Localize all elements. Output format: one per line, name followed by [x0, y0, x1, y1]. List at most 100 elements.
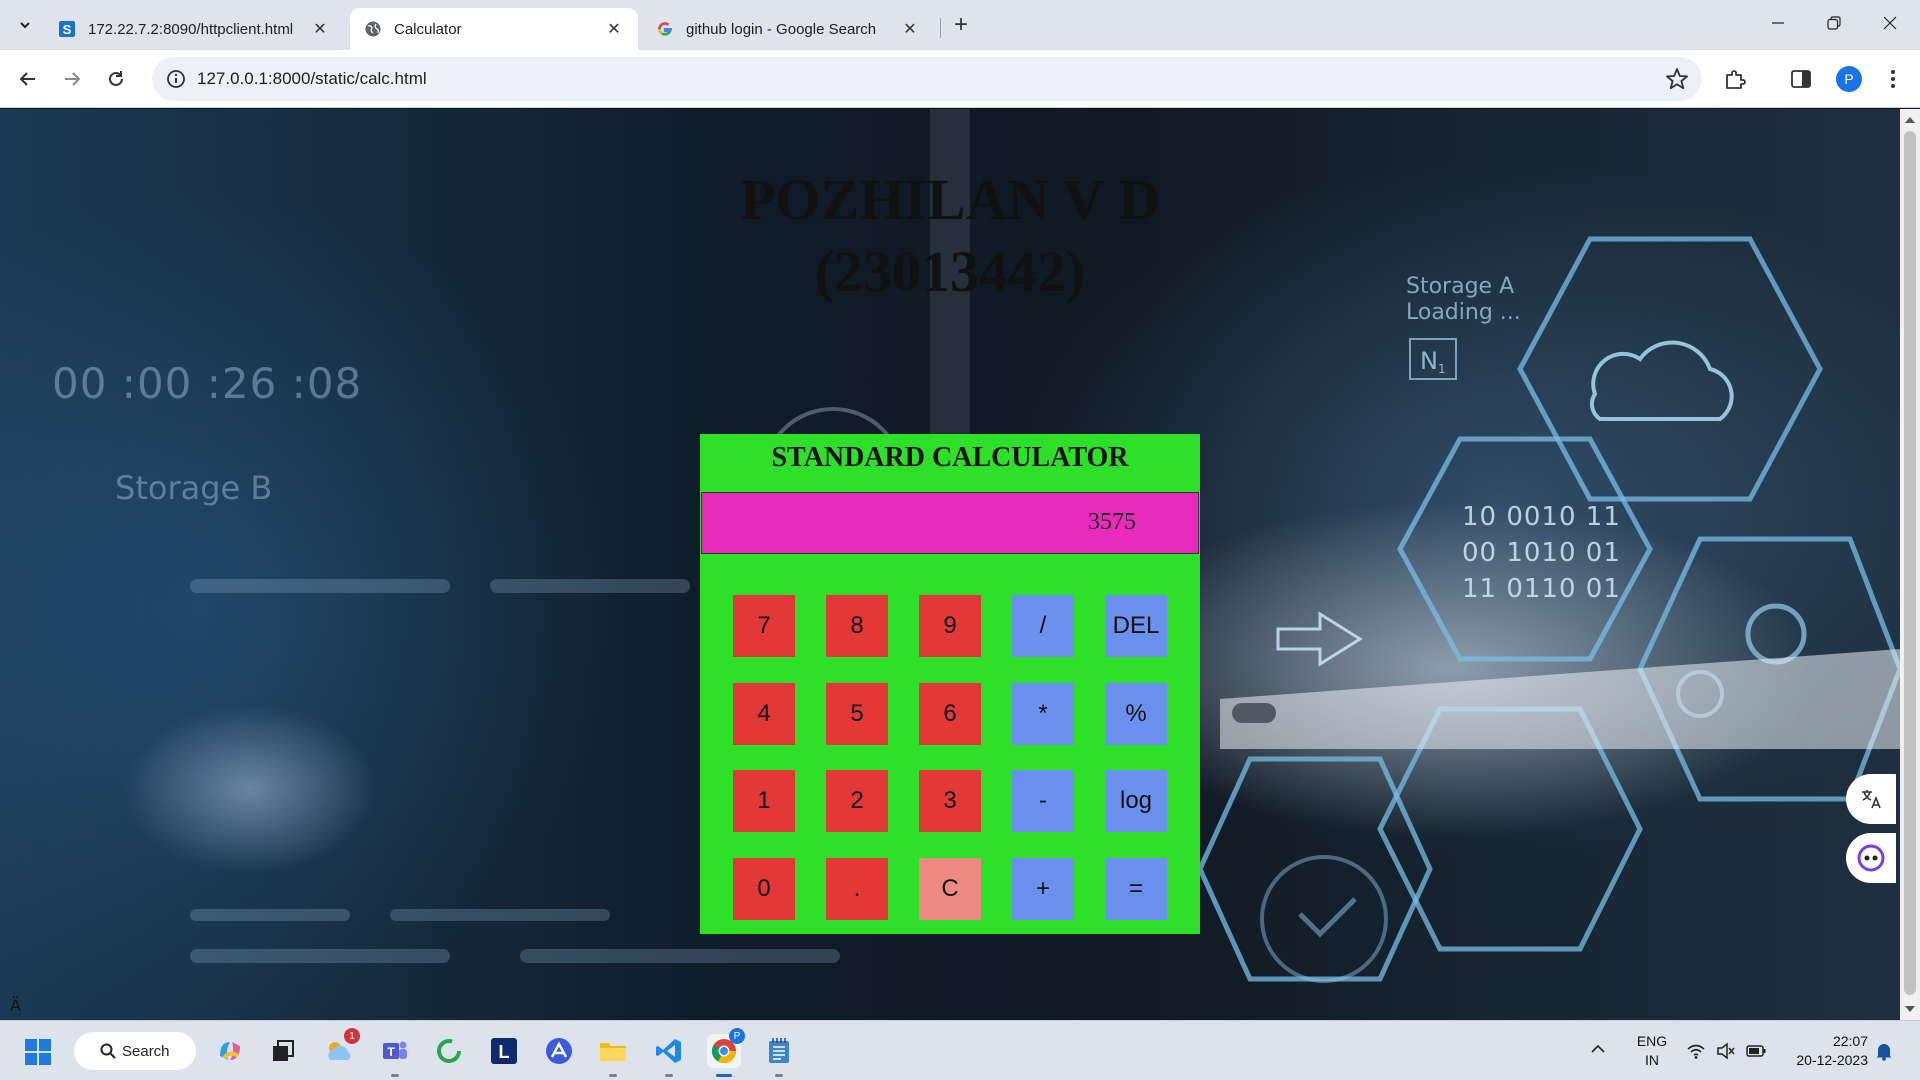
- tab-title: github login - Google Search: [686, 20, 877, 38]
- taskbar-file-explorer[interactable]: [596, 1034, 630, 1077]
- page-heading: POZHILAN V D (23013442): [660, 164, 1240, 308]
- new-tab-plus-icon[interactable]: +: [948, 11, 974, 38]
- scroll-down-arrow-icon[interactable]: [1905, 1006, 1915, 1012]
- key-7[interactable]: 7: [733, 595, 795, 657]
- scrollbar-thumb[interactable]: [1904, 131, 1916, 995]
- assistant-extension-button[interactable]: [1846, 833, 1896, 883]
- taskbar-l-app[interactable]: L: [487, 1034, 521, 1068]
- forward-button[interactable]: [56, 63, 88, 95]
- restore-icon: [1827, 16, 1841, 30]
- notepad-icon: [769, 1038, 789, 1063]
- tab-search-button[interactable]: [12, 12, 38, 38]
- browser-menu-button[interactable]: [1878, 64, 1908, 94]
- taskbar-teams[interactable]: T: [378, 1034, 412, 1077]
- arrow-left-icon: [19, 72, 35, 86]
- close-tab-icon[interactable]: ✕: [604, 19, 624, 39]
- minimize-icon: [1772, 22, 1784, 24]
- s-badge-icon: S: [58, 20, 76, 38]
- key-8[interactable]: 8: [826, 595, 888, 657]
- taskbar-triangle-app[interactable]: [542, 1034, 576, 1068]
- battery-icon[interactable]: [1746, 1041, 1766, 1061]
- key-4[interactable]: 4: [733, 683, 795, 745]
- display-value: 3575: [1088, 509, 1136, 535]
- key-add[interactable]: +: [1012, 858, 1074, 920]
- storage-a-label: Storage A: [1406, 274, 1515, 299]
- taskbar-copilot[interactable]: [213, 1034, 247, 1068]
- svg-text:S: S: [63, 22, 72, 37]
- key-clear[interactable]: C: [919, 858, 981, 920]
- calculator-title: STANDARD CALCULATOR: [771, 442, 1129, 473]
- profile-avatar[interactable]: P: [1836, 66, 1862, 92]
- key-percent[interactable]: %: [1105, 683, 1167, 745]
- calculator: STANDARD CALCULATOR 3575 7 8 9 / DEL 4 5…: [700, 434, 1200, 934]
- taskbar-chrome[interactable]: P: [707, 1028, 745, 1077]
- page-scrollbar[interactable]: [1900, 109, 1920, 1020]
- restore-button[interactable]: [1806, 0, 1862, 46]
- tab-calculator[interactable]: Calculator ✕: [350, 8, 638, 50]
- background-storage-b-text: Storage B: [115, 469, 273, 507]
- reload-icon: [109, 71, 123, 86]
- speaker-muted-icon[interactable]: [1716, 1041, 1736, 1061]
- translate-button[interactable]: [1846, 774, 1896, 824]
- puzzle-icon: [1726, 70, 1746, 89]
- arrow-right-icon: [65, 72, 81, 86]
- bookmark-star-icon[interactable]: [1664, 66, 1690, 92]
- minimize-button[interactable]: [1750, 0, 1806, 46]
- site-info-icon[interactable]: [164, 67, 188, 91]
- close-tab-icon[interactable]: ✕: [310, 19, 330, 39]
- input-language-indicator[interactable]: ENG IN: [1632, 1032, 1672, 1070]
- url-text[interactable]: 127.0.0.1:8000/static/calc.html: [197, 69, 427, 89]
- key-9[interactable]: 9: [919, 595, 981, 657]
- key-delete[interactable]: DEL: [1105, 595, 1167, 657]
- key-2[interactable]: 2: [826, 770, 888, 832]
- taskbar-search-box[interactable]: Search: [74, 1032, 196, 1070]
- running-indicator: [775, 1074, 783, 1077]
- reload-button[interactable]: [100, 63, 132, 95]
- taskbar-notepad[interactable]: [762, 1034, 796, 1077]
- key-3[interactable]: 3: [919, 770, 981, 832]
- extensions-button[interactable]: [1720, 64, 1750, 94]
- key-divide[interactable]: /: [1012, 595, 1074, 657]
- tab-httpclient[interactable]: S 172.22.7.2:8090/httpclient.html ✕: [44, 8, 344, 50]
- key-subtract[interactable]: -: [1012, 770, 1074, 832]
- wifi-icon[interactable]: [1686, 1041, 1706, 1061]
- student-id: (23013442): [814, 239, 1086, 304]
- chrome-profile-badge: P: [729, 1028, 745, 1044]
- side-panel-button[interactable]: [1786, 64, 1816, 94]
- calculator-display[interactable]: 3575: [701, 492, 1199, 554]
- key-multiply[interactable]: *: [1012, 683, 1074, 745]
- running-indicator: [609, 1074, 617, 1077]
- notification-bell-icon[interactable]: [1874, 1041, 1894, 1061]
- key-0[interactable]: 0: [733, 858, 795, 920]
- address-bar[interactable]: 127.0.0.1:8000/static/calc.html: [152, 57, 1702, 101]
- key-equals[interactable]: =: [1105, 858, 1167, 920]
- browser-tab-strip: S 172.22.7.2:8090/httpclient.html ✕ Calc…: [0, 0, 1920, 50]
- key-6[interactable]: 6: [919, 683, 981, 745]
- key-1[interactable]: 1: [733, 770, 795, 832]
- taskbar-weather[interactable]: 1: [322, 1028, 360, 1068]
- close-tab-icon[interactable]: ✕: [900, 19, 920, 39]
- tab-title: Calculator: [394, 20, 462, 38]
- running-indicator: [665, 1074, 673, 1077]
- tab-title: 172.22.7.2:8090/httpclient.html: [88, 20, 294, 38]
- svg-text:T: T: [387, 1045, 395, 1059]
- background-binary-text: 10 0010 11 00 1010 01 11 0110 01: [1462, 499, 1621, 607]
- key-decimal[interactable]: .: [826, 858, 888, 920]
- scroll-up-arrow-icon[interactable]: [1905, 117, 1915, 123]
- taskbar-task-view[interactable]: [266, 1034, 300, 1068]
- tab-google-search[interactable]: github login - Google Search ✕: [642, 8, 934, 50]
- key-5[interactable]: 5: [826, 683, 888, 745]
- start-button[interactable]: [24, 1038, 52, 1066]
- taskbar-ring-app[interactable]: [432, 1034, 466, 1068]
- teams-icon: T: [383, 1041, 407, 1059]
- system-clock[interactable]: 22:07 20-12-2023: [1780, 1032, 1868, 1070]
- svg-text:L: L: [499, 1042, 510, 1062]
- taskbar-vscode[interactable]: [652, 1034, 686, 1077]
- binary-line: 10 0010 11: [1462, 502, 1621, 532]
- back-button[interactable]: [12, 63, 44, 95]
- close-window-button[interactable]: [1862, 0, 1918, 46]
- tab-separator: [940, 18, 941, 38]
- running-indicator: [391, 1074, 399, 1077]
- chevron-up-icon[interactable]: [1590, 1043, 1606, 1055]
- key-log[interactable]: log: [1105, 770, 1167, 832]
